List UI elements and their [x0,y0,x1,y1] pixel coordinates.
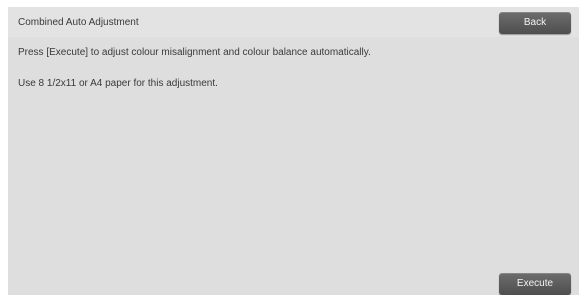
paper-size-note: Use 8 1/2x11 or A4 paper for this adjust… [18,78,218,89]
instruction-text: Press [Execute] to adjust colour misalig… [18,47,371,58]
page-title: Combined Auto Adjustment [18,17,139,28]
back-button[interactable]: Back [499,12,571,34]
execute-button[interactable]: Execute [499,273,571,295]
adjustment-screen: Combined Auto Adjustment Back Press [Exe… [8,7,579,295]
